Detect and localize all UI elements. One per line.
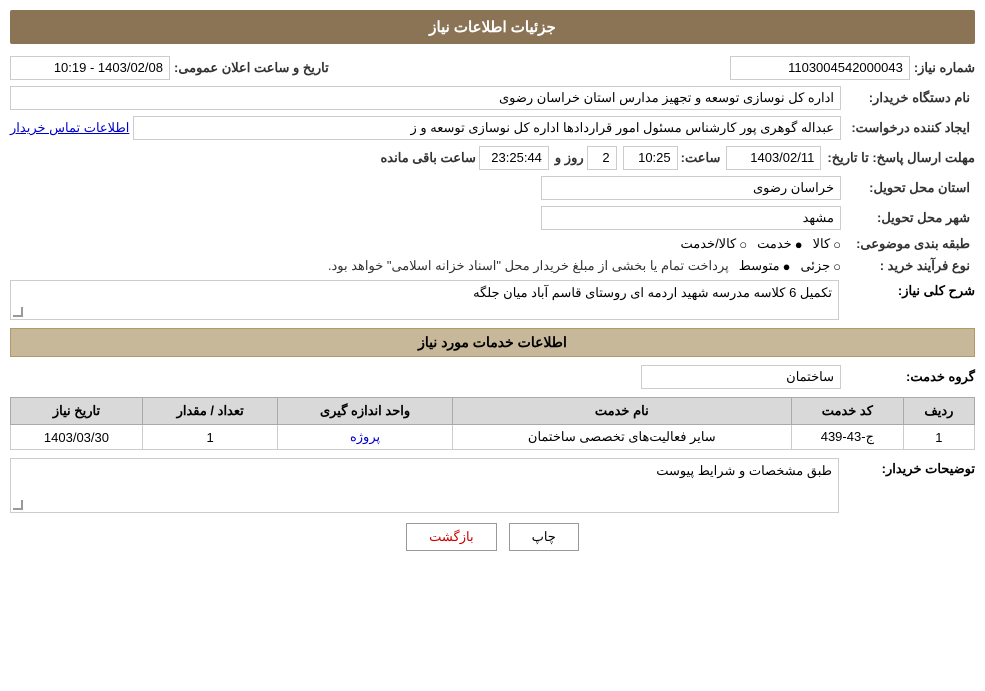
mohlat-baqi: 23:25:44	[479, 146, 549, 170]
sharh-label: شرح کلی نیاز:	[845, 280, 975, 299]
tabaqe-khadamat-label: خدمت	[757, 236, 792, 252]
group-label: گروه خدمت:	[845, 369, 975, 385]
group-row: گروه خدمت: ساختمان	[10, 365, 975, 389]
mohlat-roz: 2	[587, 146, 617, 170]
mohlat-date-group: 1403/02/11	[726, 146, 821, 170]
tabaqe-khadamat-item[interactable]: ● خدمت	[757, 236, 802, 252]
nove-jazzi-item[interactable]: ○ جزئی	[800, 258, 841, 274]
nove-motevaset-label: متوسط	[739, 258, 780, 274]
col-nam: نام خدمت	[452, 398, 791, 425]
nove-farayand-row: نوع فرآیند خرید : ○ جزئی ● متوسط پرداخت …	[10, 258, 975, 274]
services-table-header-row: ردیف کد خدمت نام خدمت واحد اندازه گیری ت…	[11, 398, 975, 425]
tarikh-group: تاریخ و ساعت اعلان عمومی: 1403/02/08 - 1…	[10, 56, 329, 80]
tabaqe-kala-item[interactable]: ○ کالا	[813, 236, 841, 252]
page-title: جزئیات اطلاعات نیاز	[429, 19, 556, 36]
col-tedad: تعداد / مقدار	[142, 398, 277, 425]
mohlat-date: 1403/02/11	[726, 146, 821, 170]
sharh-row: شرح کلی نیاز: تکمیل 6 کلاسه مدرسه شهید ا…	[10, 280, 975, 320]
nove-motevaset-item[interactable]: ● متوسط	[739, 258, 791, 274]
tabaqe-kala-radio[interactable]: ○	[833, 237, 841, 252]
top-row: شماره نیاز: 1103004542000043 تاریخ و ساع…	[10, 56, 975, 80]
shahr-value: مشهد	[541, 206, 841, 230]
nam-dastgah-row: نام دستگاه خریدار: اداره کل نوسازی توسعه…	[10, 86, 975, 110]
nove-farayand-radio-group: ○ جزئی ● متوسط پرداخت تمام یا بخشی از مب…	[328, 258, 841, 274]
page-header: جزئیات اطلاعات نیاز	[10, 10, 975, 44]
mohlat-roz-group: 2 روز و	[555, 146, 617, 170]
tabaqe-kala-khadamat-radio[interactable]: ○	[739, 237, 747, 252]
cell-tarikh: 1403/03/30	[11, 425, 143, 450]
toseyat-label: توضیحات خریدار:	[845, 458, 975, 477]
shahr-row: شهر محل تحویل: مشهد	[10, 206, 975, 230]
services-table-body: 1ج-43-439سایر فعالیت‌های تخصصی ساختمانپر…	[11, 425, 975, 450]
khadamat-section-title: اطلاعات خدمات مورد نیاز	[10, 328, 975, 357]
tabaqe-khadamat-radio[interactable]: ●	[795, 237, 803, 252]
mohlat-saat-label: ساعت:	[681, 150, 721, 166]
ostan-value: خراسان رضوی	[541, 176, 841, 200]
services-table: ردیف کد خدمت نام خدمت واحد اندازه گیری ت…	[10, 397, 975, 450]
toseyat-value: طبق مشخصات و شرایط پیوست	[656, 463, 832, 478]
tabaqe-kala-khadamat-item[interactable]: ○ کالا/خدمت	[680, 236, 747, 252]
tabaqe-row: طبقه بندی موضوعی: ○ کالا ● خدمت ○ کالا/خ…	[10, 236, 975, 252]
nam-dastgah-label: نام دستگاه خریدار:	[845, 90, 975, 106]
cell-kod: ج-43-439	[791, 425, 903, 450]
tabaqe-kala-label: کالا	[813, 236, 831, 252]
shahr-label: شهر محل تحویل:	[845, 210, 975, 226]
nove-motevaset-radio[interactable]: ●	[783, 259, 791, 274]
services-table-head: ردیف کد خدمت نام خدمت واحد اندازه گیری ت…	[11, 398, 975, 425]
mohlat-label: مهلت ارسال پاسخ: تا تاریخ:	[827, 150, 975, 166]
tabaqe-radio-group: ○ کالا ● خدمت ○ کالا/خدمت	[680, 236, 841, 252]
shomara-group: شماره نیاز: 1103004542000043	[730, 56, 975, 80]
tabaqe-kala-khadamat-label: کالا/خدمت	[680, 236, 736, 252]
tabaqe-label: طبقه بندی موضوعی:	[845, 236, 975, 252]
mohlat-roz-label: روز و	[555, 150, 584, 166]
cell-nam: سایر فعالیت‌های تخصصی ساختمان	[452, 425, 791, 450]
ijad-konanda-row: ایجاد کننده درخواست: عبداله گوهری پور کا…	[10, 116, 975, 140]
back-button[interactable]: بازگشت	[406, 523, 496, 551]
mohlat-saat-group: ساعت: 10:25	[623, 146, 721, 170]
mohlat-saat: 10:25	[623, 146, 678, 170]
toseyat-row: توضیحات خریدار: طبق مشخصات و شرایط پیوست	[10, 458, 975, 513]
sharh-resize-handle[interactable]	[13, 307, 23, 317]
shomara-value: 1103004542000043	[730, 56, 910, 80]
mohlat-baqi-group: 23:25:44 ساعت باقی مانده	[381, 146, 549, 170]
toseyat-resize-handle[interactable]	[13, 500, 23, 510]
col-radif: ردیف	[903, 398, 974, 425]
toseyat-box: طبق مشخصات و شرایط پیوست	[10, 458, 839, 513]
shomara-label: شماره نیاز:	[914, 60, 975, 76]
ijad-konanda-value: عبداله گوهری پور کارشناس مسئول امور قرار…	[133, 116, 841, 140]
table-row: 1ج-43-439سایر فعالیت‌های تخصصی ساختمانپر…	[11, 425, 975, 450]
nam-dastgah-value: اداره کل نوسازی توسعه و تجهیز مدارس استا…	[10, 86, 841, 110]
tarikh-value: 1403/02/08 - 10:19	[10, 56, 170, 80]
ijad-konanda-label: ایجاد کننده درخواست:	[845, 120, 975, 136]
sharh-box: تکمیل 6 کلاسه مدرسه شهید اردمه ای روستای…	[10, 280, 839, 320]
col-vahed: واحد اندازه گیری	[278, 398, 452, 425]
nove-farayand-label: نوع فرآیند خرید :	[845, 258, 975, 274]
nove-jazzi-radio[interactable]: ○	[833, 259, 841, 274]
ostan-label: استان محل تحویل:	[845, 180, 975, 196]
col-tarikh: تاریخ نیاز	[11, 398, 143, 425]
print-button[interactable]: چاپ	[509, 523, 579, 551]
tarikh-label: تاریخ و ساعت اعلان عمومی:	[174, 60, 329, 76]
cell-vahed: پروژه	[278, 425, 452, 450]
nove-farayand-text: پرداخت تمام یا بخشی از مبلغ خریدار محل "…	[328, 258, 729, 274]
group-value: ساختمان	[641, 365, 841, 389]
col-kod: کد خدمت	[791, 398, 903, 425]
mohlat-row: مهلت ارسال پاسخ: تا تاریخ: 1403/02/11 سا…	[10, 146, 975, 170]
nove-jazzi-label: جزئی	[800, 258, 830, 274]
ostan-row: استان محل تحویل: خراسان رضوی	[10, 176, 975, 200]
ijad-konanda-link[interactable]: اطلاعات تماس خریدار	[10, 120, 129, 136]
cell-radif: 1	[903, 425, 974, 450]
buttons-row: چاپ بازگشت	[10, 523, 975, 551]
cell-tedad: 1	[142, 425, 277, 450]
mohlat-baqi-label: ساعت باقی مانده	[381, 150, 476, 166]
sharh-value: تکمیل 6 کلاسه مدرسه شهید اردمه ای روستای…	[473, 285, 832, 300]
